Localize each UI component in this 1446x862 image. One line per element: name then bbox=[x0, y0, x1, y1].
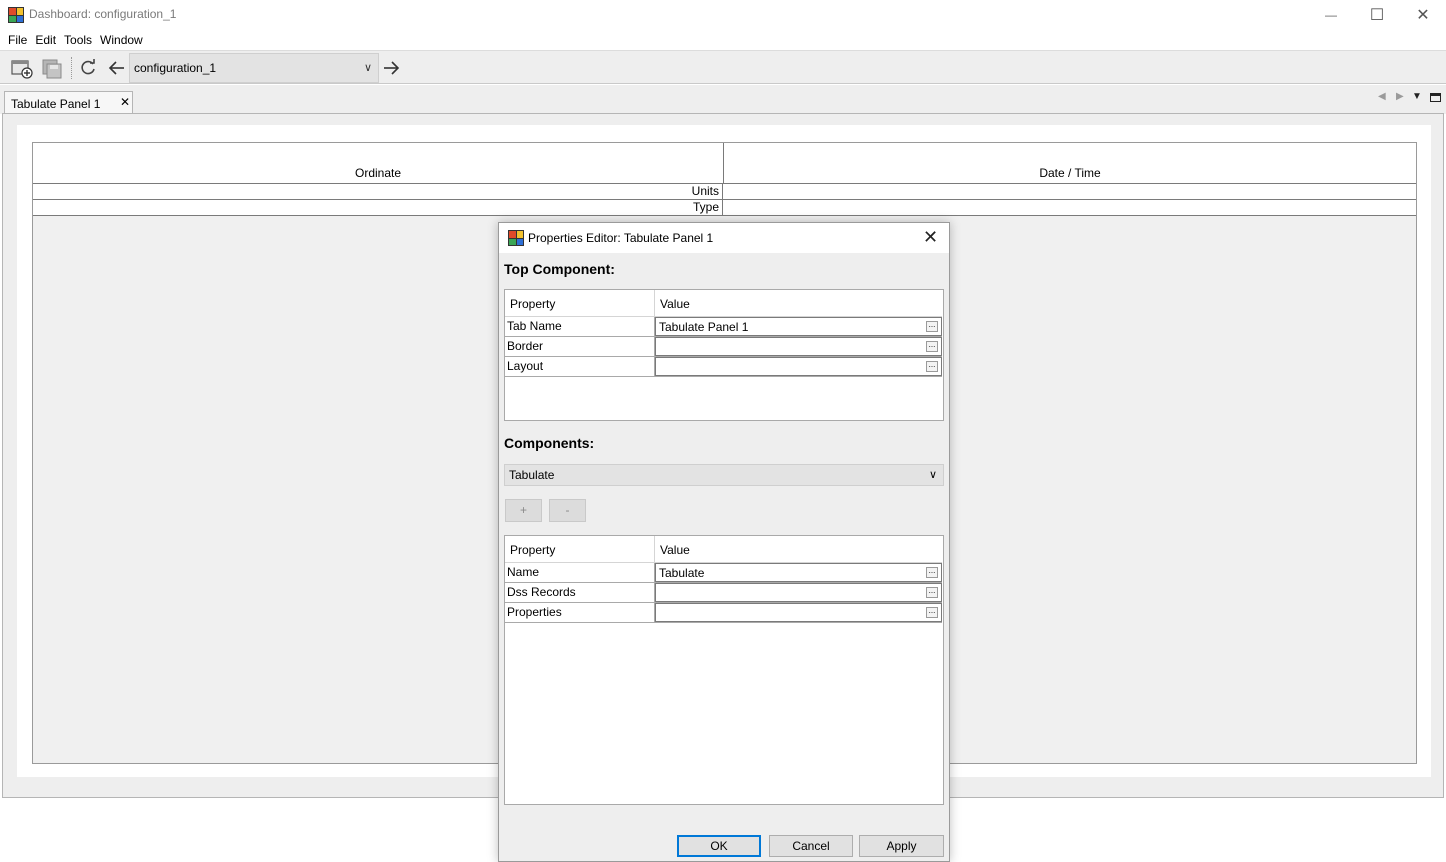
units-label: Units bbox=[33, 184, 723, 199]
tab-list-dropdown-icon[interactable]: ▼ bbox=[1412, 91, 1422, 102]
property-name: Name bbox=[505, 563, 655, 582]
toolbar: configuration_1 ∨ bbox=[0, 50, 1446, 84]
save-button[interactable] bbox=[39, 55, 65, 81]
arrow-left-icon bbox=[108, 61, 124, 75]
refresh-button[interactable] bbox=[75, 55, 101, 81]
window-title: Dashboard: configuration_1 bbox=[29, 7, 177, 21]
table-row: Properties ... bbox=[505, 603, 942, 623]
scroll-left-icon[interactable]: ◀ bbox=[1378, 91, 1386, 102]
tab-close-icon[interactable]: ✕ bbox=[120, 95, 130, 109]
name-value-field[interactable]: Tabulate ... bbox=[655, 563, 942, 582]
minimize-button[interactable]: — bbox=[1308, 0, 1354, 30]
column-header-date-time[interactable]: Date / Time bbox=[724, 143, 1416, 183]
property-name: Border bbox=[505, 337, 655, 356]
menu-tools[interactable]: Tools bbox=[60, 33, 96, 47]
components-property-table: Property Value Name Tabulate ... Dss Rec… bbox=[504, 535, 944, 805]
title-bar: Dashboard: configuration_1 — ☐ ✕ bbox=[0, 0, 1446, 30]
dss-records-value-field[interactable]: ... bbox=[655, 583, 942, 602]
table-header-row: Ordinate Date / Time bbox=[33, 143, 1416, 184]
property-name: Properties bbox=[505, 603, 655, 622]
app-icon bbox=[8, 7, 24, 23]
ellipsis-button[interactable]: ... bbox=[926, 607, 938, 618]
maximize-button[interactable]: ☐ bbox=[1354, 0, 1400, 30]
table-row: Border ... bbox=[505, 337, 942, 357]
add-component-button[interactable]: + bbox=[505, 499, 542, 522]
dialog-title-bar: Properties Editor: Tabulate Panel 1 ✕ bbox=[499, 223, 949, 253]
tab-name-value-field[interactable]: Tabulate Panel 1 ... bbox=[655, 317, 942, 336]
new-dashboard-button[interactable] bbox=[9, 55, 35, 81]
header-value[interactable]: Value bbox=[655, 290, 942, 317]
configuration-select-value: configuration_1 bbox=[134, 61, 217, 75]
components-label: Components: bbox=[504, 435, 595, 451]
ellipsis-button[interactable]: ... bbox=[926, 587, 938, 598]
remove-component-button[interactable]: - bbox=[549, 499, 586, 522]
header-value[interactable]: Value bbox=[655, 536, 942, 563]
properties-editor-dialog: Properties Editor: Tabulate Panel 1 ✕ To… bbox=[498, 222, 950, 862]
properties-value-field[interactable]: ... bbox=[655, 603, 942, 622]
apply-button[interactable]: Apply bbox=[859, 835, 944, 857]
property-table-header: Property Value bbox=[505, 290, 942, 317]
back-button[interactable] bbox=[104, 55, 130, 81]
chevron-down-icon: ∨ bbox=[363, 62, 372, 74]
ellipsis-button[interactable]: ... bbox=[926, 321, 938, 332]
table-row: Tab Name Tabulate Panel 1 ... bbox=[505, 317, 942, 337]
tab-strip: Tabulate Panel 1 ✕ ◀ ▶ ▼ bbox=[0, 85, 1446, 115]
tab-tabulate-panel-1[interactable]: Tabulate Panel 1 ✕ bbox=[4, 91, 133, 115]
ellipsis-button[interactable]: ... bbox=[926, 341, 938, 352]
layout-value-field[interactable]: ... bbox=[655, 357, 942, 376]
dialog-close-button[interactable]: ✕ bbox=[923, 227, 938, 248]
menu-window[interactable]: Window bbox=[96, 33, 147, 47]
property-name: Dss Records bbox=[505, 583, 655, 602]
toolbar-separator bbox=[71, 57, 72, 79]
table-row: Name Tabulate ... bbox=[505, 563, 942, 583]
maximize-icon: ☐ bbox=[1369, 7, 1385, 24]
menu-bar: File Edit Tools Window bbox=[0, 30, 1446, 50]
chevron-down-icon: ∨ bbox=[928, 469, 937, 481]
close-window-button[interactable]: ✕ bbox=[1400, 0, 1446, 30]
ellipsis-button[interactable]: ... bbox=[926, 567, 938, 578]
components-select-value: Tabulate bbox=[509, 468, 555, 482]
scroll-right-icon[interactable]: ▶ bbox=[1396, 91, 1404, 102]
close-icon: ✕ bbox=[923, 227, 939, 247]
save-icon bbox=[42, 59, 62, 79]
property-table-header: Property Value bbox=[505, 536, 942, 563]
minimize-icon: — bbox=[1325, 8, 1337, 22]
table-row: Dss Records ... bbox=[505, 583, 942, 603]
new-dashboard-icon bbox=[11, 60, 33, 79]
cancel-button[interactable]: Cancel bbox=[769, 835, 853, 857]
menu-file[interactable]: File bbox=[4, 33, 31, 47]
column-header-ordinate[interactable]: Ordinate bbox=[33, 143, 724, 183]
ok-button[interactable]: OK bbox=[677, 835, 761, 857]
dialog-title: Properties Editor: Tabulate Panel 1 bbox=[528, 231, 714, 245]
tab-label: Tabulate Panel 1 bbox=[11, 96, 101, 111]
header-property[interactable]: Property bbox=[505, 290, 655, 317]
maximize-panel-icon[interactable] bbox=[1430, 93, 1441, 102]
arrow-right-icon bbox=[384, 61, 400, 75]
top-component-label: Top Component: bbox=[504, 261, 615, 277]
dialog-app-icon bbox=[508, 230, 524, 246]
top-component-property-table: Property Value Tab Name Tabulate Panel 1… bbox=[504, 289, 944, 421]
units-row: Units bbox=[33, 184, 1416, 200]
close-icon: ✕ bbox=[1416, 7, 1430, 24]
refresh-icon bbox=[81, 59, 95, 75]
header-property[interactable]: Property bbox=[505, 536, 655, 563]
type-row: Type bbox=[33, 200, 1416, 216]
type-label: Type bbox=[33, 200, 723, 215]
components-select[interactable]: Tabulate ∨ bbox=[504, 464, 944, 486]
menu-edit[interactable]: Edit bbox=[31, 33, 60, 47]
property-name: Layout bbox=[505, 357, 655, 376]
property-name: Tab Name bbox=[505, 317, 655, 336]
configuration-select[interactable]: configuration_1 ∨ bbox=[129, 53, 379, 83]
forward-button[interactable] bbox=[378, 55, 404, 81]
border-value-field[interactable]: ... bbox=[655, 337, 942, 356]
table-row: Layout ... bbox=[505, 357, 942, 377]
ellipsis-button[interactable]: ... bbox=[926, 361, 938, 372]
